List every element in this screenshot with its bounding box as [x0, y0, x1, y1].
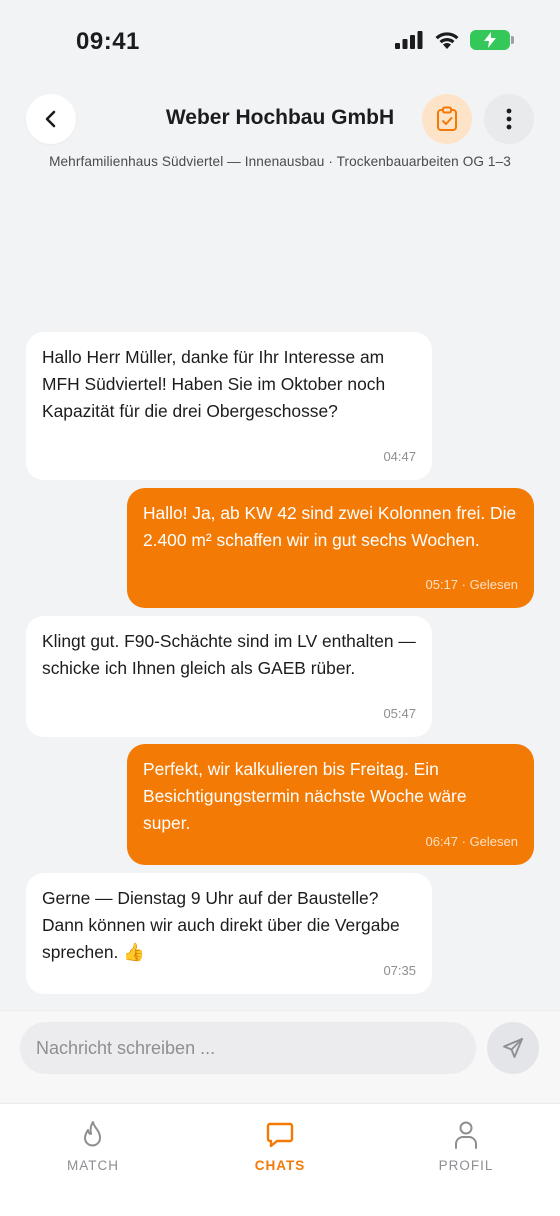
- message-text: Perfekt, wir kalkulieren bis Freitag. Ei…: [143, 759, 467, 833]
- message-input[interactable]: Nachricht schreiben ...: [20, 1022, 476, 1074]
- message-bubble-incoming: Hallo Herr Müller, danke für Ihr Interes…: [26, 332, 432, 480]
- message-timestamp: 04:47: [383, 449, 416, 464]
- tab-profil[interactable]: PROFIL: [406, 1120, 526, 1173]
- tab-match[interactable]: MATCH: [33, 1120, 153, 1173]
- message-bubble-incoming: Gerne — Dienstag 9 Uhr auf der Baustelle…: [26, 873, 432, 994]
- message-timestamp: 05:47: [383, 706, 416, 721]
- message-bubble-outgoing: Hallo! Ja, ab KW 42 sind zwei Kolonnen f…: [127, 488, 534, 608]
- tab-label: PROFIL: [438, 1158, 494, 1173]
- send-button[interactable]: [487, 1022, 539, 1074]
- chat-subtitle: Mehrfamilienhaus Südviertel — Innenausba…: [49, 154, 511, 169]
- chat-title: Weber Hochbau GmbH: [165, 106, 395, 129]
- flame-icon: [84, 1121, 101, 1147]
- project-details-button[interactable]: [422, 94, 472, 144]
- person-icon: [455, 1121, 477, 1149]
- message-status: 05:17 · Gelesen: [425, 577, 518, 592]
- message-timestamp: 07:35: [383, 963, 416, 978]
- chat-bubble-icon: [266, 1122, 294, 1148]
- tab-chats[interactable]: CHATS: [220, 1120, 340, 1173]
- more-vertical-icon: [506, 108, 512, 130]
- message-text: Hallo Herr Müller, danke für Ihr Interes…: [42, 347, 386, 421]
- more-options-button[interactable]: [484, 94, 534, 144]
- message-text: Klingt gut. F90-Schächte sind im LV enth…: [42, 631, 416, 678]
- charging-bolt-icon: [484, 32, 496, 48]
- tab-label: CHATS: [254, 1158, 306, 1173]
- message-bubble-incoming: Klingt gut. F90-Schächte sind im LV enth…: [26, 616, 432, 737]
- chat-header: Weber Hochbau GmbH: [0, 94, 560, 146]
- tab-bar: MATCH CHATS PROFIL: [0, 1103, 560, 1216]
- message-composer: Nachricht schreiben ...: [0, 1010, 560, 1102]
- message-bubble-outgoing: Perfekt, wir kalkulieren bis Freitag. Ei…: [127, 744, 534, 865]
- cellular-signal-icon: [395, 31, 423, 49]
- message-text: Gerne — Dienstag 9 Uhr auf der Baustelle…: [42, 888, 400, 962]
- status-icons: [394, 30, 514, 50]
- status-bar: 09:41: [0, 0, 560, 80]
- send-icon: [503, 1038, 523, 1058]
- tab-label: MATCH: [67, 1158, 119, 1173]
- message-text: Hallo! Ja, ab KW 42 sind zwei Kolonnen f…: [143, 503, 517, 550]
- wifi-icon: [435, 32, 459, 49]
- status-time: 09:41: [76, 28, 140, 55]
- message-status: 06:47 · Gelesen: [425, 834, 518, 849]
- clipboard-check-icon: [437, 106, 457, 131]
- battery-icon: [470, 30, 514, 50]
